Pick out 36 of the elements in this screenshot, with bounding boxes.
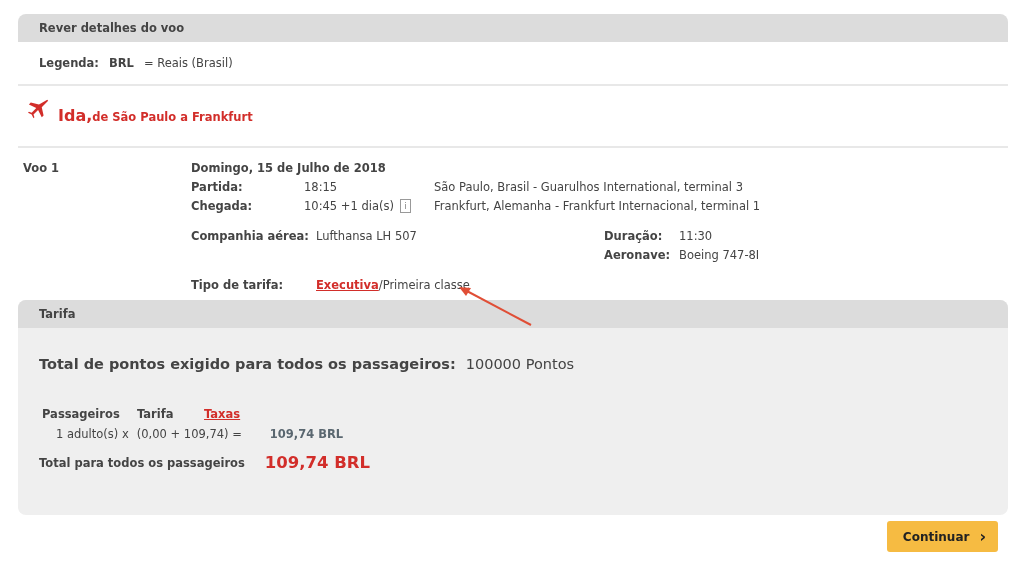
departure-place: São Paulo, Brasil - Guarulhos International, terminal 3 (434, 180, 744, 194)
points-value: 100000 Pontos (465, 356, 575, 372)
total-value: 109,74 BRL (264, 453, 371, 472)
flight-number: Voo 1 (23, 161, 61, 175)
points-label: Total de pontos exigido para todos os passageiros: (39, 356, 456, 372)
field-label: Aeronave: (604, 248, 672, 262)
airplane-icon (28, 98, 50, 120)
legend-label: Legenda: (39, 56, 99, 70)
aircraft-value: Boeing 747-8I (679, 248, 761, 262)
arrival-place: Frankfurt, Alemanha - Frankfurt Internacional, terminal 1 (434, 199, 762, 213)
section-header: Tarifa (18, 300, 1008, 328)
direction-title: Ida, (58, 108, 93, 124)
route-text: de São Paulo a Frankfurt (92, 110, 253, 124)
field-label: Partida: (191, 180, 244, 194)
row-amount: 109,74 BRL (269, 427, 344, 441)
chevron-right-icon: › (979, 528, 986, 545)
column-header: Tarifa (137, 407, 175, 421)
section-header: Rever detalhes do voo (18, 14, 1008, 42)
fare-type-text: /Primeira classe (378, 278, 470, 292)
column-header: Passageiros (42, 407, 121, 421)
passenger-count: 1 adulto(s) x (56, 427, 129, 441)
field-label: Chegada: (191, 199, 253, 213)
field-label: Duração: (604, 229, 664, 243)
field-label: Tipo de tarifa: (191, 278, 285, 292)
fare-type-link[interactable]: Executiva (316, 278, 379, 292)
info-icon[interactable]: i (399, 199, 411, 213)
departure-time: 18:15 (304, 180, 339, 194)
flight-date: Domingo, 15 de Julho de 2018 (191, 161, 387, 175)
duration-value: 11:30 (679, 229, 714, 243)
arrival-time: 10:45 +1 dia(s) (304, 199, 394, 213)
column-header-link[interactable]: Taxas (204, 407, 241, 421)
total-label: Total para todos os passageiros (39, 455, 245, 470)
continue-button[interactable]: Continuar › (887, 521, 998, 552)
fare-formula: (0,00 + 109,74) = (136, 427, 242, 441)
currency-meaning: = Reais (Brasil) (143, 56, 233, 70)
currency-code: BRL (108, 56, 134, 70)
